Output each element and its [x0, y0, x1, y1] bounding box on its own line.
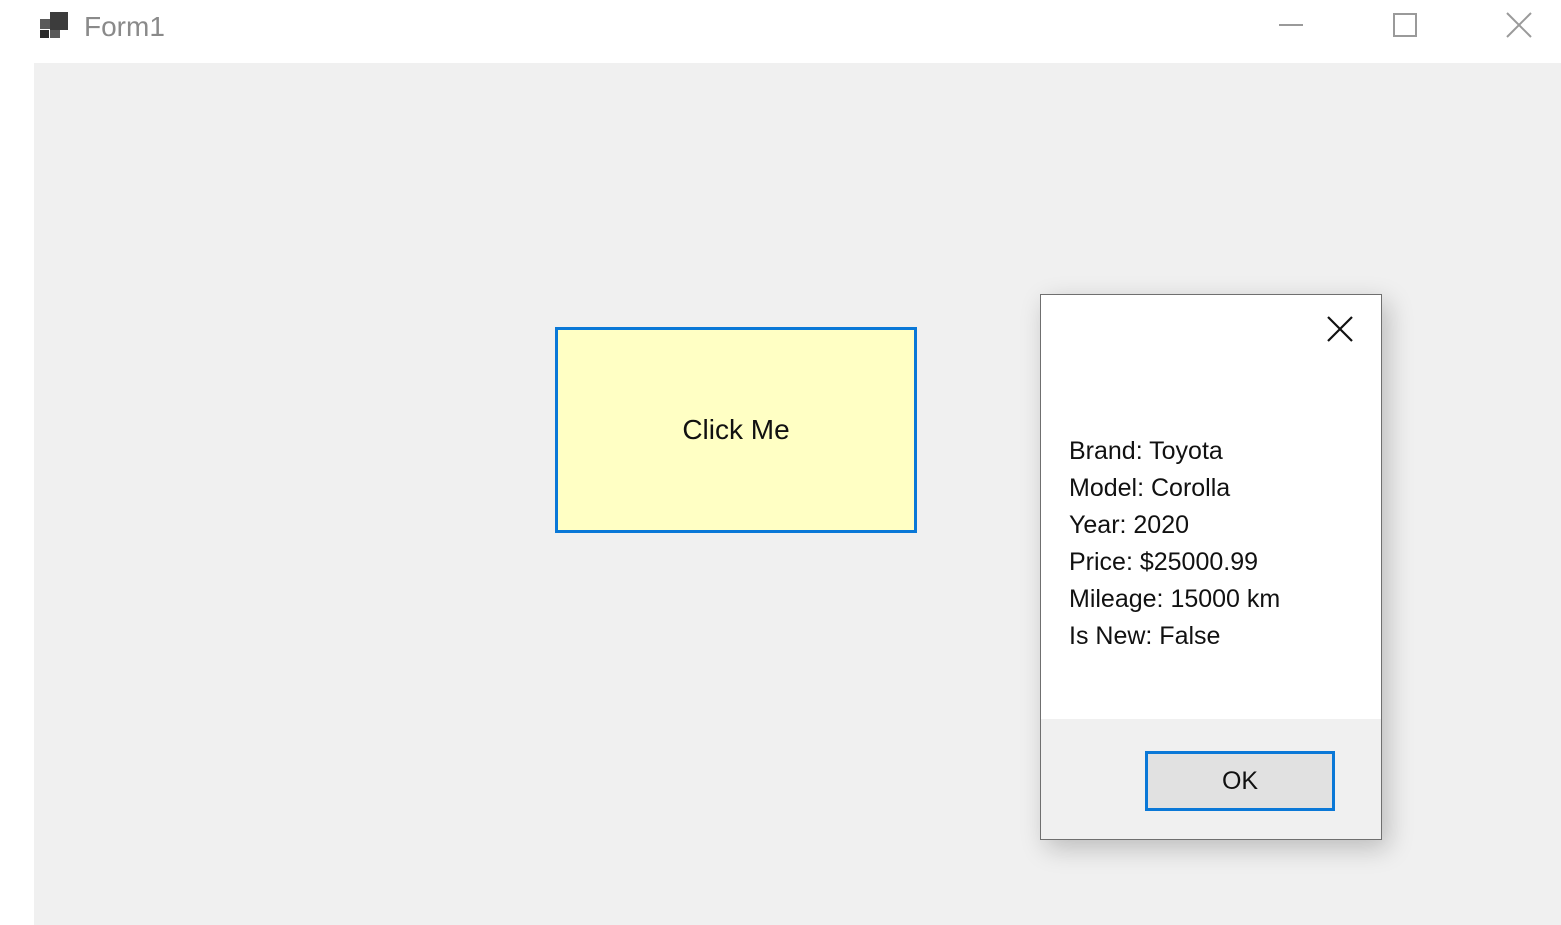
form-app-icon[interactable]	[40, 12, 70, 40]
message-line-is-new: Is New: False	[1069, 622, 1221, 650]
close-icon	[1505, 11, 1533, 44]
minimize-icon	[1278, 12, 1304, 43]
message-box-text: Brand: Toyota Model: Corolla Year: 2020 …	[1069, 433, 1369, 655]
message-box-close-button[interactable]	[1317, 309, 1363, 353]
message-box-dialog: Brand: Toyota Model: Corolla Year: 2020 …	[1040, 294, 1382, 840]
maximize-icon	[1392, 12, 1418, 43]
close-button[interactable]	[1474, 0, 1561, 54]
minimize-button[interactable]	[1246, 0, 1336, 54]
message-line-price: Price: $25000.99	[1069, 548, 1259, 576]
message-line-model: Model: Corolla	[1069, 474, 1231, 502]
message-line-year: Year: 2020	[1069, 511, 1190, 539]
main-window: Form1 Click Me Brand: Toyota Model: Coro…	[0, 0, 1561, 925]
click-me-button[interactable]: Click Me	[555, 327, 917, 533]
ok-button[interactable]: OK	[1145, 751, 1335, 811]
maximize-button[interactable]	[1360, 0, 1450, 54]
message-box-footer: OK	[1041, 719, 1381, 839]
close-icon	[1326, 315, 1354, 348]
title-bar[interactable]: Form1	[0, 0, 1561, 56]
message-line-mileage: Mileage: 15000 km	[1069, 585, 1281, 613]
window-title: Form1	[84, 11, 165, 42]
message-line-brand: Brand: Toyota	[1069, 437, 1223, 465]
